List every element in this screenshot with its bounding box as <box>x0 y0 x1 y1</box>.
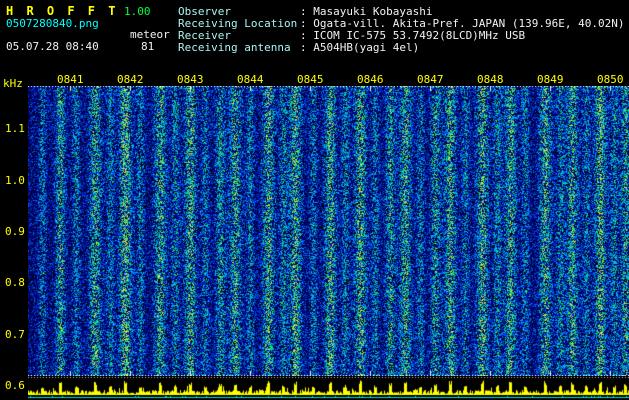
x-tick-label: 0850 <box>597 73 624 86</box>
x-tick-label: 0841 <box>57 73 84 86</box>
app-title: H R O F F T <box>6 4 119 18</box>
y-tick-label: 1.1 <box>5 122 25 135</box>
filename-label: 0507280840.png <box>6 17 99 30</box>
field-value-antenna: : A504HB(yagi 4el) <box>300 41 420 54</box>
y-axis-unit: kHz <box>3 77 23 90</box>
y-tick-label: 0.8 <box>5 276 25 289</box>
x-tick-label: 0849 <box>537 73 564 86</box>
field-label-antenna: Receiving antenna <box>178 41 291 54</box>
x-tick-label: 0844 <box>237 73 264 86</box>
y-tick-label: 0.9 <box>5 225 25 238</box>
x-tick-label: 0847 <box>417 73 444 86</box>
x-tick-label: 0848 <box>477 73 504 86</box>
y-tick-label: 0.7 <box>5 328 25 341</box>
level-strip-canvas <box>28 376 629 400</box>
count-label: 81 <box>141 40 155 53</box>
y-tick-label: 1.0 <box>5 174 25 187</box>
version-label: 1.00 <box>124 5 151 18</box>
hrofft-window: H R O F F T 1.00 0507280840.png meteor 0… <box>0 0 629 400</box>
y-tick-label: 0.6 <box>5 379 25 392</box>
x-tick-label: 0842 <box>117 73 144 86</box>
x-tick-label: 0846 <box>357 73 384 86</box>
x-tick-label: 0843 <box>177 73 204 86</box>
datetime-label: 05.07.28 08:40 <box>6 40 99 53</box>
spectrogram-canvas <box>28 86 629 376</box>
x-tick-label: 0845 <box>297 73 324 86</box>
